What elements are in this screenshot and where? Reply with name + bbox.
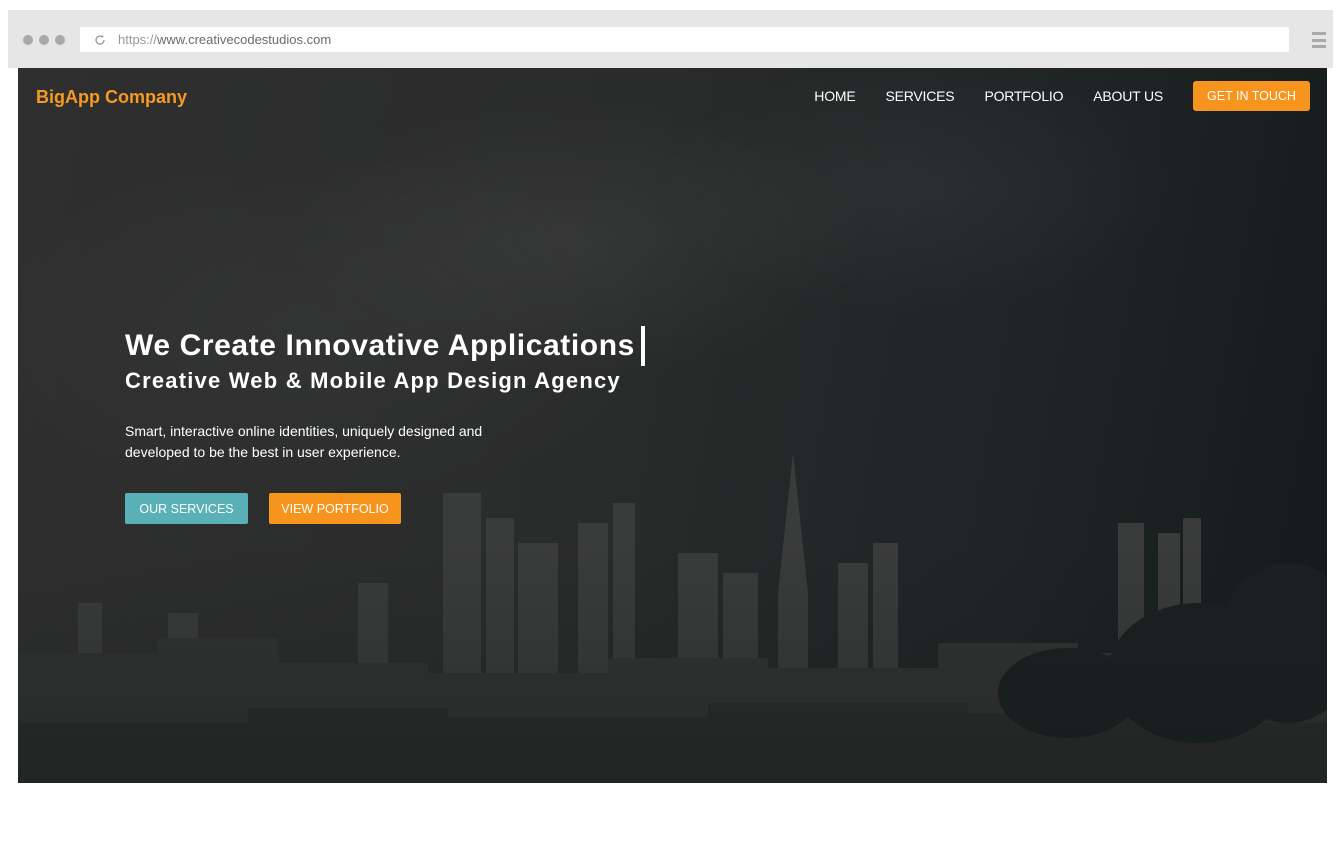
hero-description: Smart, interactive online identities, un…: [125, 423, 483, 460]
nav-services[interactable]: SERVICES: [885, 88, 954, 104]
hero-headline: We Create Innovative Applications: [125, 326, 645, 366]
address-bar[interactable]: https:// www.creativecodestudios.com: [80, 27, 1289, 52]
reload-icon[interactable]: [94, 34, 106, 46]
get-in-touch-button[interactable]: GET IN TOUCH: [1193, 81, 1310, 111]
hero-headline-text: We Create Innovative Applications: [125, 329, 635, 362]
browser-toolbar: https:// www.creativecodestudios.com: [8, 10, 1333, 68]
hero-section: BigApp Company HOME SERVICES PORTFOLIO A…: [18, 68, 1327, 783]
our-services-button[interactable]: OUR SERVICES: [125, 493, 248, 524]
nav-portfolio[interactable]: PORTFOLIO: [984, 88, 1063, 104]
brand-logo[interactable]: BigApp Company: [36, 87, 187, 108]
window-dot[interactable]: [23, 35, 33, 45]
window-dot[interactable]: [39, 35, 49, 45]
typing-cursor: [640, 326, 645, 366]
hamburger-menu-icon[interactable]: [1312, 32, 1326, 48]
hero-overlay: [18, 543, 1327, 783]
url-host: www.creativecodestudios.com: [157, 32, 332, 47]
main-navigation: HOME SERVICES PORTFOLIO ABOUT US GET IN …: [814, 81, 1310, 111]
view-portfolio-button[interactable]: VIEW PORTFOLIO: [269, 493, 401, 524]
hero-subheadline: Creative Web & Mobile App Design Agency: [125, 368, 621, 393]
nav-home[interactable]: HOME: [814, 88, 855, 104]
url-scheme: https://: [118, 32, 158, 47]
nav-about-us[interactable]: ABOUT US: [1093, 88, 1163, 104]
window-dots-icon: [23, 35, 65, 45]
window-dot[interactable]: [55, 35, 65, 45]
